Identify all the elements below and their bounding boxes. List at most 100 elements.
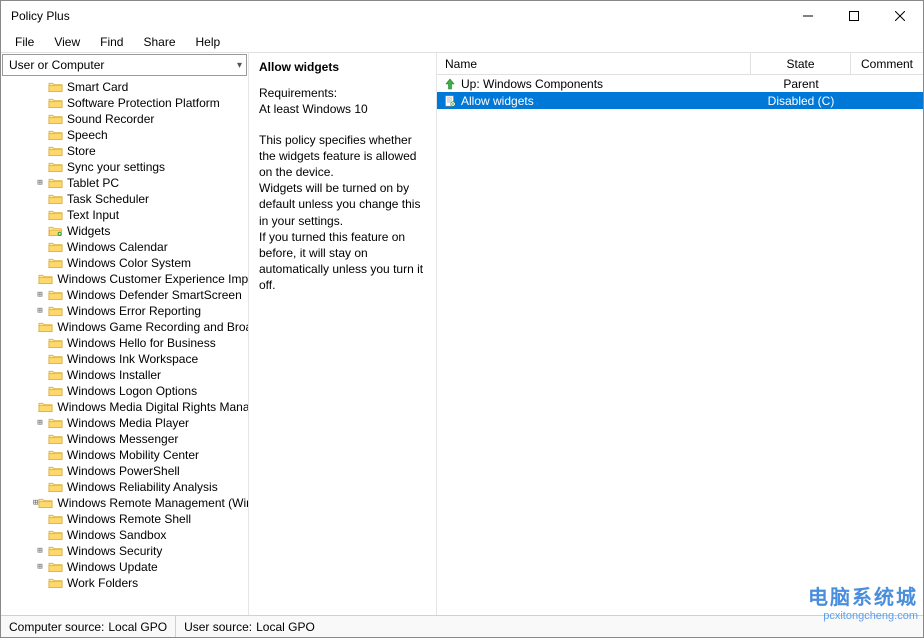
menubar: FileViewFindShareHelp [1,31,923,53]
list-row-state: Disabled (C) [751,94,851,108]
tree-node[interactable]: ·Windows Color System [3,255,248,271]
tree-node-label: Windows Ink Workspace [67,352,198,366]
column-name[interactable]: Name [437,53,751,74]
folder-icon [47,160,63,174]
folder-icon [47,576,63,590]
tree-node-label: Text Input [67,208,119,222]
tree-node[interactable]: ·Sync your settings [3,159,248,175]
tree-node[interactable]: ·Windows Sandbox [3,527,248,543]
tree-node[interactable]: ⊞ Windows Update [3,559,248,575]
folder-icon [47,448,63,462]
list-rows[interactable]: Up: Windows ComponentsParentAllow widget… [437,75,923,615]
tree-node[interactable]: ·Smart Card [3,79,248,95]
tree-node-label: Windows Remote Shell [67,512,191,526]
tree-node[interactable]: ·Windows Installer [3,367,248,383]
list-row[interactable]: Allow widgets Disabled (C) [437,92,923,109]
list-row[interactable]: Up: Windows ComponentsParent [437,75,923,92]
status-user-source: User source: Local GPO [176,616,323,637]
tree-node[interactable]: ·Software Protection Platform [3,95,248,111]
tree-node[interactable]: ·Windows Remote Shell [3,511,248,527]
tree-node[interactable]: ·Windows Reliability Analysis [3,479,248,495]
menu-view[interactable]: View [44,33,90,51]
tree-node[interactable]: ·Speech [3,127,248,143]
tree-node[interactable]: ·Sound Recorder [3,111,248,127]
tree-node[interactable]: ⊞ Windows Defender SmartScreen [3,287,248,303]
tree-node[interactable]: ·Widgets [3,223,248,239]
folder-icon [47,560,63,574]
tree-node[interactable]: ·Windows PowerShell [3,463,248,479]
tree-node[interactable]: ·Work Folders [3,575,248,591]
tree-node[interactable]: ⊞Tablet PC [3,175,248,191]
minimize-button[interactable] [785,1,831,31]
menu-file[interactable]: File [5,33,44,51]
scope-selector[interactable]: User or Computer ▾ [2,54,247,76]
tree-node-label: Windows Defender SmartScreen [67,288,242,302]
menu-find[interactable]: Find [90,33,133,51]
tree-node-label: Windows Customer Experience Improvement … [57,272,248,286]
expand-icon[interactable]: ⊞ [33,562,47,572]
folder-icon [47,352,63,366]
tree-node[interactable]: ·Windows Mobility Center [3,447,248,463]
folder-icon [47,144,63,158]
tree-node-label: Sync your settings [67,160,165,174]
folder-icon [47,416,63,430]
tree-node[interactable]: ·Windows Calendar [3,239,248,255]
tree-node[interactable]: ·Windows Ink Workspace [3,351,248,367]
tree-node[interactable]: ·Windows Game Recording and Broadcasting [3,319,248,335]
tree-node[interactable]: ⊞Windows Error Reporting [3,303,248,319]
tree-node-label: Windows Media Player [67,416,189,430]
up-arrow-icon [443,78,457,90]
tree-node-label: Task Scheduler [67,192,149,206]
scope-selector-label: User or Computer [9,58,104,72]
tree-node[interactable]: ·Store [3,143,248,159]
expand-icon[interactable]: ⊞ [33,546,47,556]
tree-node[interactable]: ·Windows Customer Experience Improvement… [3,271,248,287]
tree-node-label: Smart Card [67,80,128,94]
folder-icon [47,288,63,302]
folder-icon [47,368,63,382]
tree-node-label: Software Protection Platform [67,96,220,110]
tree-node-label: Windows Remote Management (WinRM) [57,496,248,510]
tree-node[interactable]: ·Windows Hello for Business [3,335,248,351]
maximize-button[interactable] [831,1,877,31]
menu-share[interactable]: Share [133,33,185,51]
tree-node-label: Widgets [67,224,110,238]
tree-node-label: Store [67,144,96,158]
tree-node[interactable]: ·Task Scheduler [3,191,248,207]
tree-node-label: Windows Messenger [67,432,178,446]
tree-node[interactable]: ·Text Input [3,207,248,223]
tree-node[interactable]: ·Windows Logon Options [3,383,248,399]
app-window: Policy Plus FileViewFindShareHelp User o… [0,0,924,638]
folder-icon [47,192,63,206]
close-button[interactable] [877,1,923,31]
status-computer-label: Computer source: [9,620,104,634]
tree-node[interactable]: ⊞Windows Security [3,543,248,559]
list-row-name-cell: Allow widgets [437,94,751,108]
policy-icon [443,95,457,107]
folder-icon [47,304,63,318]
tree-node-label: Windows Update [67,560,158,574]
tree-node-label: Windows Sandbox [67,528,166,542]
folder-icon [47,176,63,190]
list-row-name-cell: Up: Windows Components [437,77,751,91]
tree-node-label: Windows Reliability Analysis [67,480,218,494]
expand-icon[interactable]: ⊞ [33,418,47,428]
folder-icon [47,240,63,254]
expand-icon[interactable]: ⊞ [33,290,47,300]
list-row-name: Allow widgets [461,94,534,108]
policy-tree[interactable]: ·Smart Card·Software Protection Platform… [1,77,248,615]
expand-icon[interactable]: ⊞ [33,178,47,188]
tree-node[interactable]: ⊞ Windows Media Player [3,415,248,431]
expand-icon[interactable]: ⊞ [33,306,47,316]
status-computer-value: Local GPO [108,620,167,634]
folder-icon [47,464,63,478]
column-comment[interactable]: Comment [851,53,923,74]
tree-node[interactable]: ·Windows Media Digital Rights Management [3,399,248,415]
tree-node[interactable]: ·Windows Messenger [3,431,248,447]
menu-help[interactable]: Help [186,33,231,51]
folder-icon [47,112,63,126]
column-state[interactable]: State [751,53,851,74]
folder-icon [47,512,63,526]
main-area: User or Computer ▾ ·Smart Card·Software … [1,53,923,615]
tree-node[interactable]: ⊞Windows Remote Management (WinRM) [3,495,248,511]
